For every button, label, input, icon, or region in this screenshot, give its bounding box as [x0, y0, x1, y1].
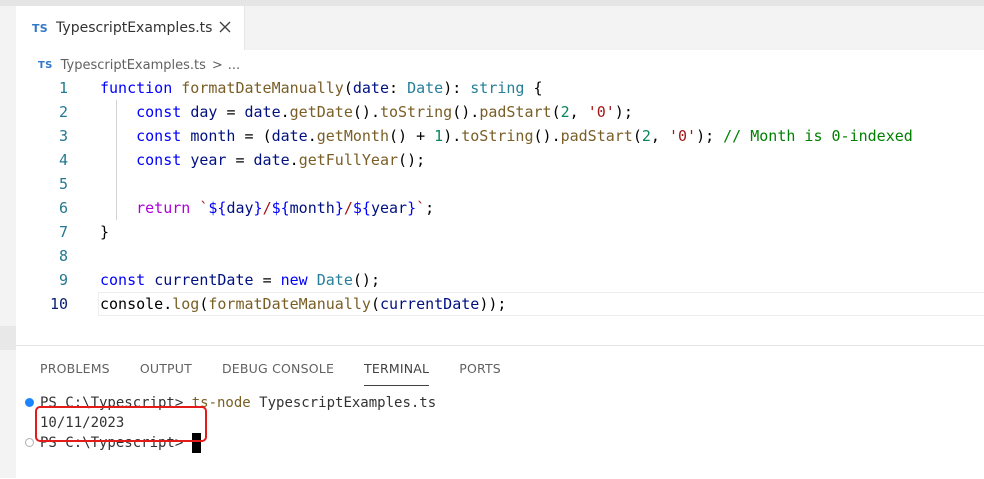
code-line[interactable]: 2 const day = date.getDate().toString().… — [16, 100, 984, 124]
editor-tab-typescriptexamples[interactable]: TS TypescriptExamples.ts — [16, 6, 245, 50]
code-editor[interactable]: 1 function formatDateManually(date: Date)… — [16, 76, 984, 316]
code-text: const month = (date.getMonth() + 1).toSt… — [136, 127, 913, 145]
tab-problems[interactable]: PROBLEMS — [40, 354, 110, 384]
code-text: const currentDate = new Date(); — [100, 271, 380, 289]
line-number: 6 — [58, 199, 68, 217]
line-number: 3 — [58, 127, 68, 145]
tab-ports[interactable]: PORTS — [459, 354, 501, 384]
code-line[interactable]: 4 const year = date.getFullYear(); — [16, 148, 984, 172]
panel-tabs: PROBLEMS OUTPUT DEBUG CONSOLE TERMINAL P… — [40, 354, 531, 386]
code-line[interactable]: 3 const month = (date.getMonth() + 1).to… — [16, 124, 984, 148]
output-highlight-box — [35, 406, 207, 442]
code-text: const year = date.getFullYear(); — [136, 151, 426, 169]
code-text: console.log(formatDateManually(currentDa… — [100, 295, 507, 313]
code-text: const day = date.getDate().toString().pa… — [136, 103, 633, 121]
line-number: 5 — [58, 175, 68, 193]
terminal-args: TypescriptExamples.ts — [250, 395, 437, 411]
code-line[interactable]: 8 — [16, 244, 984, 268]
breadcrumb: TS TypescriptExamples.ts > ... — [38, 55, 240, 75]
tab-title: TypescriptExamples.ts — [56, 20, 213, 36]
tab-output[interactable]: OUTPUT — [140, 354, 192, 384]
line-number: 1 — [58, 79, 68, 97]
code-text: return `${day}/${month}/${year}`; — [136, 199, 435, 217]
line-number: 9 — [58, 271, 68, 289]
code-line[interactable]: 1 function formatDateManually(date: Date)… — [16, 76, 984, 100]
code-text: function formatDateManually(date: Date):… — [100, 79, 543, 97]
gutter-marker — [0, 326, 16, 350]
typescript-file-icon: TS — [32, 21, 49, 35]
command-success-dot-icon[interactable] — [25, 398, 34, 407]
breadcrumb-more[interactable]: ... — [228, 58, 240, 73]
line-number: 10 — [49, 295, 68, 313]
code-line[interactable]: 6 return `${day}/${month}/${year}`; — [16, 196, 984, 220]
line-number: 2 — [58, 103, 68, 121]
code-line[interactable]: 9 const currentDate = new Date(); — [16, 268, 984, 292]
code-text: } — [100, 223, 110, 241]
code-line[interactable]: 5 — [16, 172, 984, 196]
breadcrumb-file[interactable]: TypescriptExamples.ts — [61, 58, 206, 73]
close-icon[interactable] — [216, 18, 234, 36]
tab-terminal[interactable]: TERMINAL — [364, 354, 430, 386]
command-pending-dot-icon[interactable] — [25, 438, 34, 447]
chevron-right-icon: > — [211, 57, 223, 73]
typescript-file-icon: TS — [38, 59, 53, 71]
tab-debug-console[interactable]: DEBUG CONSOLE — [222, 354, 334, 384]
line-number: 4 — [58, 151, 68, 169]
code-line[interactable]: 7} — [16, 220, 984, 244]
line-number: 7 — [58, 223, 68, 241]
line-number: 8 — [58, 247, 68, 265]
code-line[interactable]: 10 console.log(formatDateManually(current… — [16, 292, 984, 316]
activity-gutter — [0, 6, 16, 478]
